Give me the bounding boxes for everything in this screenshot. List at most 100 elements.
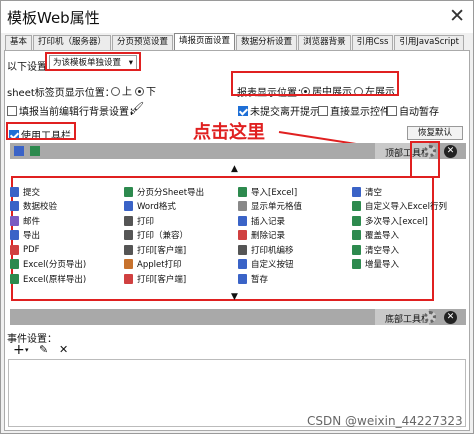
pdf-icon	[10, 244, 19, 255]
dialog-window: 模板Web属性 ✕ 基本 打印机（服务器） 分页预览设置 填报页面设置 数据分析…	[0, 0, 474, 434]
delete-record-icon	[238, 230, 247, 241]
cell-value-icon	[238, 201, 247, 212]
grid-item-6[interactable]: 显示单元格值	[238, 201, 352, 212]
tab-javascript[interactable]: 引用JavaScript	[394, 35, 464, 50]
grid-item-8[interactable]: 邮件	[10, 215, 124, 227]
radio-sheet-top[interactable]: 上	[109, 83, 132, 98]
grid-item-25[interactable]: 打印[客户端]	[124, 273, 238, 285]
grid-item-23[interactable]: 增量导入	[352, 259, 466, 270]
up-arrow-icon[interactable]: ▲	[231, 164, 238, 174]
excel-original-icon	[10, 273, 19, 284]
word-icon	[124, 201, 133, 212]
tab-page-preview[interactable]: 分页预览设置	[112, 35, 174, 50]
save-icon[interactable]	[14, 146, 24, 156]
radio-selected-icon	[135, 87, 144, 96]
tab-browser-bg[interactable]: 浏览器背景	[298, 35, 351, 50]
radio-sheet-bottom[interactable]: 下	[133, 83, 156, 98]
watermark: CSDN @weixin_44227323	[307, 414, 463, 428]
grid-item-9[interactable]: 打印	[124, 215, 238, 227]
bg-setting-label: 填报当前编辑行背景设置：	[19, 107, 139, 118]
grid-item-24[interactable]: Excel(原样导出)	[10, 273, 124, 285]
delete-icon[interactable]: ✕	[59, 343, 68, 356]
paint-bucket-icon[interactable]: 🖌	[129, 101, 144, 115]
custom-button-icon	[238, 259, 247, 270]
excel-icon[interactable]	[30, 146, 40, 156]
add-icon[interactable]: +	[13, 342, 25, 358]
autosave-checkbox[interactable]: 自动暂存	[387, 103, 439, 118]
grid-item-14[interactable]: 删除记录	[238, 230, 352, 241]
grid-item-1[interactable]: 分页分Sheet导出	[124, 186, 238, 198]
grid-item-19[interactable]: 清空导入	[352, 244, 466, 256]
grid-item-7[interactable]: 自定义导入Excel行列	[352, 201, 466, 212]
checkbox-icon	[318, 106, 328, 116]
printer-offset-icon	[238, 244, 247, 255]
grid-item-5[interactable]: Word格式	[124, 201, 238, 212]
export-icon	[10, 230, 19, 241]
chevron-down-icon[interactable]: ▾	[25, 346, 29, 354]
tab-basic[interactable]: 基本	[5, 35, 33, 50]
excel-page-icon	[10, 259, 19, 270]
checkbox-checked-icon	[238, 106, 248, 116]
print-client-icon	[124, 244, 133, 255]
grid-item-15[interactable]: 覆盖导入	[352, 230, 466, 241]
clear-import-icon	[352, 244, 361, 255]
grid-item-21[interactable]: Applet打印	[124, 259, 238, 270]
highlight-scope	[45, 52, 141, 71]
toolbar-button-grid: 提交 分页分Sheet导出 导入[Excel] 清空 数据校验 Word格式 显…	[10, 186, 466, 285]
grid-item-18[interactable]: 打印机编移	[238, 244, 352, 256]
grid-item-2[interactable]: 导入[Excel]	[238, 186, 352, 198]
unsubmitted-label: 未提交离开提示	[250, 107, 320, 118]
grid-item-0[interactable]: 提交	[10, 186, 124, 198]
grid-item-26[interactable]: 暂存	[238, 273, 352, 285]
tab-bar: 基本 打印机（服务器） 分页预览设置 填报页面设置 数据分析设置 浏览器背景 引…	[5, 33, 465, 50]
print-compat-icon	[124, 230, 133, 241]
insert-record-icon	[238, 215, 247, 226]
down-arrow-icon[interactable]: ▼	[231, 292, 238, 302]
applet-print-icon	[124, 259, 133, 270]
grid-item-10[interactable]: 插入记录	[238, 215, 352, 227]
scope-label: 以下设置	[7, 62, 47, 73]
window-title: 模板Web属性	[7, 8, 100, 27]
radio-sheet-top-label: 上	[122, 87, 132, 98]
grid-item-17[interactable]: 打印[客户端]	[124, 244, 238, 256]
edit-icon[interactable]: ✎	[39, 343, 48, 356]
annotation-text: 点击这里	[193, 122, 265, 143]
import-excel-icon	[238, 186, 247, 197]
grid-item-12[interactable]: 导出	[10, 230, 124, 241]
export-sheet-icon	[124, 186, 133, 197]
grid-item-13[interactable]: 打印（兼容）	[124, 230, 238, 241]
checkbox-icon	[387, 106, 397, 116]
tab-css[interactable]: 引用Css	[351, 35, 394, 50]
sheet-pos-label: sheet标签页显示位置：	[7, 88, 115, 99]
grid-item-22[interactable]: 自定义按钮	[238, 259, 352, 270]
grid-item-20[interactable]: Excel(分页导出)	[10, 259, 124, 270]
temp-save-icon	[238, 273, 247, 284]
restore-default-button[interactable]: 恢复默认	[407, 126, 463, 140]
highlight-use-toolbar	[6, 122, 76, 140]
radio-sheet-bottom-label: 下	[146, 87, 156, 98]
unsubmitted-checkbox[interactable]: 未提交离开提示	[238, 103, 320, 118]
print-client-icon-2	[124, 273, 133, 284]
custom-import-icon	[352, 201, 361, 212]
close-icon[interactable]: ✕	[444, 311, 457, 324]
highlight-gear	[410, 141, 440, 178]
grid-item-4[interactable]: 数据校验	[10, 201, 124, 212]
close-icon[interactable]: ✕	[444, 145, 457, 158]
submit-icon	[10, 186, 19, 197]
radio-icon	[111, 87, 120, 96]
tab-printer-server[interactable]: 打印机（服务器）	[33, 35, 112, 50]
grid-item-11[interactable]: 多次导入[excel]	[352, 215, 466, 227]
grid-item-3[interactable]: 清空	[352, 186, 466, 198]
incremental-import-icon	[352, 259, 361, 270]
grid-item-16[interactable]: PDF	[10, 244, 124, 256]
tab-fill-page[interactable]: 填报页面设置	[174, 33, 236, 50]
direct-display-checkbox[interactable]: 直接显示控件	[318, 103, 390, 118]
multi-import-icon	[352, 215, 361, 226]
gear-icon[interactable]	[424, 311, 436, 323]
bg-setting[interactable]: 填报当前编辑行背景设置：	[7, 103, 139, 118]
tab-data-analysis[interactable]: 数据分析设置	[236, 35, 298, 50]
mail-icon	[10, 215, 19, 226]
close-icon[interactable]: ✕	[449, 5, 465, 27]
highlight-report-pos	[231, 71, 399, 96]
fill-page-panel: 以下设置 为该模板单独设置 ▾ sheet标签页显示位置： 上 下 报表显示位置…	[4, 50, 470, 431]
